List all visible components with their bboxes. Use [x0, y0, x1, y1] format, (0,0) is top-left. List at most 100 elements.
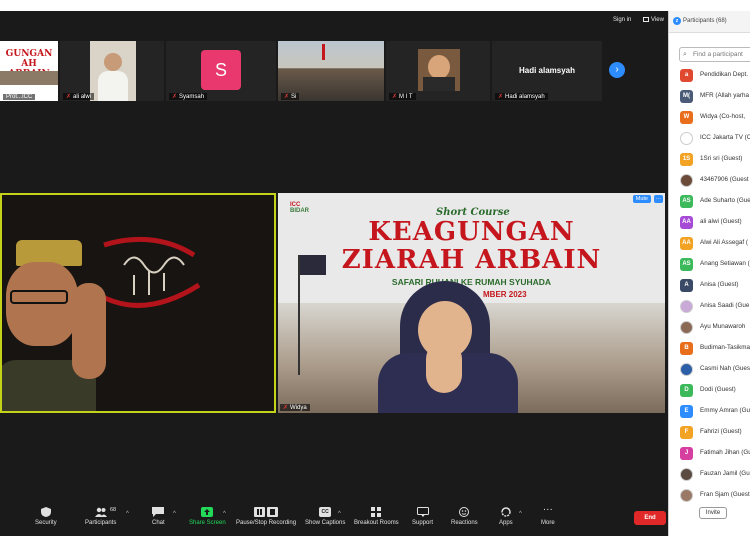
shared-video-widya[interactable]: ICC BIDAR Short Course KEAGUNGAN ZIARAH …	[278, 193, 665, 413]
banner-line-1: GUNGAN	[5, 49, 53, 59]
hands-shape	[426, 341, 462, 393]
apps-icon	[501, 507, 511, 517]
active-speaker-video[interactable]	[0, 193, 276, 413]
participant-photo-avatar	[680, 321, 693, 334]
participant-row[interactable]: W Widya (Co-host,	[669, 108, 750, 129]
more-icon: ···	[542, 504, 553, 515]
participant-row[interactable]: 1S 1Sri sri (Guest)	[669, 150, 750, 171]
more-options-button[interactable]: ···	[653, 195, 663, 203]
participant-initials-avatar: J	[680, 447, 693, 460]
video-thumbnail[interactable]: S ✗ Syamsah	[166, 41, 276, 101]
participant-initials-avatar: F	[680, 426, 693, 439]
participant-row[interactable]: ICC Jakarta TV (C	[669, 129, 750, 150]
participant-search-input[interactable]: ⌕ Find a participant	[679, 47, 750, 62]
participant-name: Emmy Amran (Gu	[700, 407, 750, 414]
participant-photo-avatar	[680, 363, 693, 376]
video-thumbnail[interactable]: Hadi alamsyah ✗ Hadi alamsyah	[492, 41, 602, 101]
pause-stop-recording-label: Pause/Stop Recording	[236, 520, 297, 526]
muted-mic-icon: ✗	[66, 94, 72, 100]
participant-row[interactable]: M(MFR (Allah yarha	[669, 87, 750, 108]
participant-name: Fatimah Jihan (Gu	[700, 449, 750, 456]
participant-row[interactable]: a Pendidikan Dept.	[669, 66, 750, 87]
flag-shape	[322, 44, 325, 60]
chevron-up-icon[interactable]: ^	[223, 511, 226, 517]
pause-stop-recording-button[interactable]: Pause/Stop Recording	[236, 507, 296, 526]
chevron-up-icon[interactable]: ^	[338, 511, 341, 517]
slide-logo-text: BIDAR	[290, 208, 309, 214]
participant-row[interactable]: Ayu Munawaroh	[669, 318, 750, 339]
participant-initials-avatar: 1S	[680, 153, 693, 166]
sign-in-button[interactable]: Sign in	[613, 17, 631, 23]
video-thumbnail[interactable]: GUNGAN AH ARBAIN Prot...ICC	[0, 41, 58, 101]
thumbnail-name: Prot...ICC	[3, 94, 36, 100]
security-button[interactable]: Security	[35, 507, 57, 526]
breakout-rooms-button[interactable]: Breakout Rooms	[354, 507, 399, 526]
breakout-rooms-icon	[371, 507, 382, 517]
participant-row[interactable]: Fran Sjam (Guest	[669, 486, 750, 507]
video-thumbnail[interactable]: ✗ Si	[278, 41, 384, 101]
participant-photo-avatar	[680, 132, 693, 145]
waving-hand	[72, 283, 106, 379]
chevron-up-icon[interactable]: ^	[126, 511, 129, 517]
participant-name: 43467906 (Guest	[700, 176, 749, 183]
more-button[interactable]: ··· More	[541, 504, 555, 527]
support-icon	[416, 507, 429, 517]
participant-row[interactable]: Fauzan Jamil (Gu	[669, 465, 750, 486]
end-meeting-button[interactable]: End	[634, 511, 666, 525]
participant-video	[90, 41, 136, 101]
chevron-up-icon[interactable]: ^	[173, 511, 176, 517]
participant-row[interactable]: B Budiman-Tasikma	[669, 339, 750, 360]
glasses-shape	[10, 290, 68, 304]
participants-panel-header: z Participants (68)	[669, 11, 750, 33]
mute-button[interactable]: Mute	[632, 195, 651, 203]
share-screen-button[interactable]: Share Screen	[189, 507, 226, 526]
thumbnail-name: ✗ ali alwi	[63, 93, 95, 100]
participant-initials-avatar: a	[680, 69, 693, 82]
participant-name: Pendidikan Dept.	[700, 71, 748, 78]
participant-row[interactable]: AS Ade Suharto (Gue	[669, 192, 750, 213]
participant-row[interactable]: D Dodi (Guest)	[669, 381, 750, 402]
view-button[interactable]: View	[643, 17, 664, 23]
participant-row[interactable]: AA Alwi Ali Assegaf (	[669, 234, 750, 255]
chevron-up-icon[interactable]: ^	[519, 511, 522, 517]
thumbnail-name: ✗ Hadi alamsyah	[495, 93, 548, 100]
thumbnail-name-text: Prot...ICC	[6, 94, 33, 100]
participant-row[interactable]: AA ali alwi (Guest)	[669, 213, 750, 234]
participant-name: Fauzan Jamil (Gu	[700, 470, 750, 477]
participant-initials-avatar: B	[680, 342, 693, 355]
participant-row[interactable]: AS Anang Setiawan (	[669, 255, 750, 276]
video-thumbnail[interactable]: ✗ ali alwi	[60, 41, 164, 101]
chevron-right-icon[interactable]: ›	[609, 62, 625, 78]
participant-widya	[378, 281, 518, 413]
participant-row[interactable]: F Fahrizi (Guest)	[669, 423, 750, 444]
support-button[interactable]: Support	[412, 507, 433, 526]
participant-row[interactable]: 43467906 (Guest	[669, 171, 750, 192]
invite-button[interactable]: Invite	[699, 507, 727, 519]
reactions-button[interactable]: Reactions	[451, 507, 478, 526]
participant-row[interactable]: J Fatimah Jihan (Gu	[669, 444, 750, 465]
video-thumbnail[interactable]: ✗ M I T	[386, 41, 490, 101]
participant-name: Dodi (Guest)	[700, 386, 736, 393]
participant-name: Fahrizi (Guest)	[700, 428, 742, 435]
support-label: Support	[412, 520, 434, 526]
apps-button[interactable]: Apps	[499, 507, 513, 526]
participants-button[interactable]: Participants 68	[85, 507, 116, 526]
participant-initials-avatar: M(	[680, 90, 693, 103]
participant-photo-avatar	[680, 300, 693, 313]
chat-button[interactable]: Chat	[152, 507, 165, 526]
participant-photo-avatar	[680, 468, 693, 481]
muted-mic-icon: ✗	[392, 94, 398, 100]
participant-row[interactable]: A Anisa (Guest)	[669, 276, 750, 297]
participant-initials-avatar: AS	[680, 258, 693, 271]
thumbnail-name-text: Hadi alamsyah	[505, 94, 545, 100]
participant-initials-avatar: AA	[680, 216, 693, 229]
participant-row[interactable]: Anisa Saadi (Gue	[669, 297, 750, 318]
apps-label: Apps	[499, 520, 513, 526]
shield-icon	[40, 507, 51, 517]
participant-row[interactable]: Casmi Nah (Gues	[669, 360, 750, 381]
participant-name: ali alwi (Guest)	[700, 218, 742, 225]
participant-initials-avatar: D	[680, 384, 693, 397]
thumbnail-center-name: Hadi alamsyah	[518, 66, 576, 75]
participant-search-placeholder: Find a participant	[693, 51, 743, 58]
participant-row[interactable]: E Emmy Amran (Gu	[669, 402, 750, 423]
